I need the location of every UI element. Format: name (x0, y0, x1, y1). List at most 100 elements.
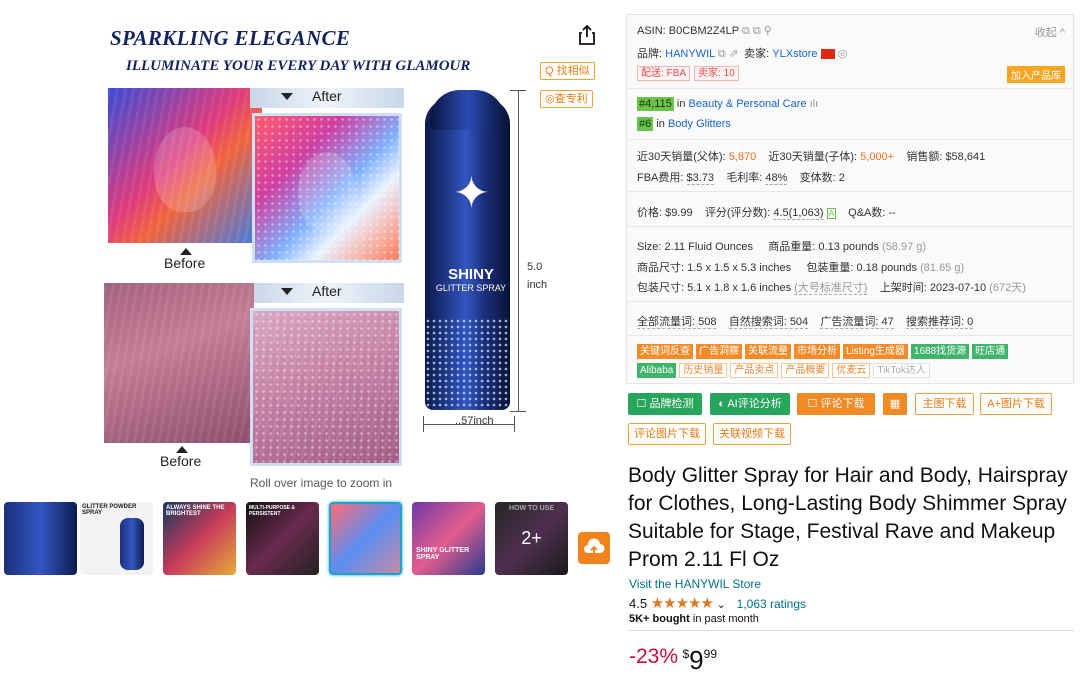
asin-row: ASIN: B0CBM2Z4LP ⧉ ⧉ ⚲ (637, 24, 772, 38)
dim-tick-left (423, 416, 424, 432)
rating-label: 评分(评分数): (704, 207, 771, 219)
thumbnail-7[interactable]: HOW TO USE 2+ (495, 502, 568, 575)
natural-search-keywords[interactable]: 自然搜索词: 504 (728, 316, 809, 329)
thumbnail-3[interactable]: ALWAYS SHINE THE BRIGHTEST (163, 502, 236, 575)
find-similar-button[interactable]: Q 找相似 (540, 62, 595, 80)
ad-traffic-keywords[interactable]: 广告流量词: 47 (820, 316, 894, 329)
sales-row: 近30天销量(父体): 5,870 近30天销量(子体): 5,000+ 销售额… (637, 148, 985, 164)
more-images-overlay: 2+ (495, 502, 568, 575)
location-icon: ◎ (837, 48, 848, 60)
pkg-weight-grams: (81.65 g) (920, 262, 965, 274)
tool-link[interactable]: Listing生成器 (843, 344, 908, 359)
fba-tag: 配送: FBA (637, 66, 691, 81)
weight-value: 0.13 pounds (818, 241, 879, 253)
fba-fee-value[interactable]: $3.73 (686, 172, 715, 185)
rating-detail-icon[interactable]: A (826, 208, 836, 219)
price-rating-row: 价格: $9.99 评分(评分数): 4.5(1,063) A Q&A数: -- (637, 204, 896, 220)
sales-child-value: 5,000+ (860, 151, 895, 163)
before-face-photo (108, 88, 262, 243)
thumbnail-caption: ALWAYS SHINE THE BRIGHTEST (166, 505, 225, 517)
asin-label: ASIN: B0CBM2Z4LP (637, 25, 739, 37)
thumbnail-1[interactable] (4, 502, 77, 575)
height-unit: inch (527, 279, 548, 291)
tool-link[interactable]: 优麦云 (832, 363, 871, 378)
width-value: ..57inch (455, 415, 494, 427)
tool-link[interactable]: 产品卖点 (730, 363, 779, 378)
calculator-icon[interactable]: ▦ (883, 393, 907, 415)
chevron-down-icon[interactable]: ⌄ (717, 599, 726, 611)
review-image-download-button[interactable]: 评论图片下载 (628, 423, 706, 445)
tool-link[interactable]: 市场分析 (794, 344, 840, 359)
pkg-dims-row: 包装尺寸: 5.1 x 1.8 x 1.6 inches (大号标准尺寸) 上架… (637, 279, 1026, 295)
tool-links-row-1: 关键词反查 广告洞察 关联流量 市场分析 Listing生成器 1688找货源 旺店通 (637, 344, 1011, 359)
aplus-image-download-button[interactable]: A+图片下载 (980, 393, 1052, 415)
main-product-image[interactable]: SPARKLING ELEGANCE ILLUMINATE YOUR EVERY… (100, 18, 547, 469)
seller-label: 卖家: (744, 48, 770, 60)
bought-period: in past month (692, 613, 759, 625)
related-video-download-button[interactable]: 关联视频下载 (713, 423, 791, 445)
store-link[interactable]: Visit the HANYWIL Store (629, 577, 761, 591)
tool-link[interactable]: 产品概要 (781, 363, 830, 378)
rank-category-link[interactable]: Beauty & Personal Care (689, 98, 807, 110)
ai-review-analysis-button[interactable]: ◐ AI评论分析 (710, 393, 790, 415)
image-subheadline: ILLUMINATE YOUR EVERY DAY WITH GLAMOUR (126, 58, 471, 74)
margin-value[interactable]: 48% (765, 172, 788, 185)
product-title: Body Glitter Spray for Hair and Body, Ha… (628, 464, 1068, 571)
review-download-button[interactable]: ☐ 评论下载 (797, 393, 875, 415)
star-rating-icon[interactable]: ★★★★★ (651, 595, 714, 612)
add-to-library-button[interactable]: 加入产品库 (1007, 66, 1065, 83)
can-glitter (425, 318, 510, 410)
tool-link[interactable]: 关键词反查 (637, 344, 693, 359)
thumbnail-caption: GLITTER POWDER SPRAY (82, 504, 137, 516)
rating-value: 4.5 (629, 596, 648, 611)
collapse-button[interactable]: 收起 ^ (1035, 24, 1065, 40)
ratings-count-link[interactable]: 1,063 ratings (737, 597, 806, 611)
bar-chart-icon[interactable]: ılı (810, 98, 819, 110)
tool-link[interactable]: 历史销量 (679, 363, 728, 378)
size-row: Size: 2.11 Fluid Ounces 商品重量: 0.13 pound… (637, 238, 926, 254)
fee-row: FBA费用: $3.73 毛利率: 48% 变体数: 2 (637, 169, 845, 185)
image-headline: SPARKLING ELEGANCE (110, 26, 351, 50)
brand-row: 品牌: HANYWIL ⧉ ⇗ 卖家: YLXstore ◎ (637, 45, 847, 61)
rank-badge: #4,115 (637, 97, 674, 111)
rank-in: in (676, 98, 686, 110)
thumbnail-5[interactable] (329, 502, 402, 575)
thumbnail-6[interactable]: SHINY GLITTER SPRAY (412, 502, 485, 575)
tool-link[interactable]: 旺店通 (972, 344, 1009, 359)
check-patent-button[interactable]: ◎查专利 (540, 90, 593, 108)
thumbnail-2[interactable]: GLITTER POWDER SPRAY (80, 502, 153, 575)
pkg-weight-label: 包装重量: (806, 262, 854, 274)
height-dimension-line (518, 90, 519, 412)
brand-copy-icon[interactable]: ⧉ ⇗ (718, 48, 741, 60)
seller-link[interactable]: YLXstore (772, 48, 817, 60)
tool-link[interactable]: 1688找货源 (910, 344, 970, 359)
price-block: -23% $999 (629, 645, 717, 676)
search-recommend-keywords[interactable]: 搜索推荐词: 0 (906, 316, 974, 329)
can-brand: SHINY (448, 266, 494, 283)
cloud-upload-button[interactable] (578, 532, 610, 564)
weight-label: 商品重量: (768, 241, 816, 253)
total-traffic-keywords[interactable]: 全部流量词: 508 (637, 316, 717, 329)
main-image-download-button[interactable]: 主图下载 (915, 393, 974, 415)
after-face-photo (252, 113, 402, 263)
sales-parent-value: 5,870 (728, 151, 757, 163)
seller-tool-panel: ASIN: B0CBM2Z4LP ⧉ ⧉ ⚲ 收起 ^ 品牌: HANYWIL … (626, 14, 1074, 384)
rank-category-link[interactable]: Body Glitters (668, 118, 731, 130)
price-currency: $ (682, 647, 690, 661)
height-value: 5.0 (527, 261, 543, 273)
pkg-weight-value: 0.18 pounds (856, 262, 918, 274)
tool-link[interactable]: Alibaba (637, 363, 677, 378)
tool-link[interactable]: 广告洞察 (696, 344, 742, 359)
share-icon[interactable] (578, 24, 596, 46)
brand-link[interactable]: HANYWIL (665, 48, 715, 60)
tool-link[interactable]: 关联流量 (745, 344, 791, 359)
after-arrow-icon (281, 93, 293, 100)
brand-check-button[interactable]: ☐ 品牌检测 (628, 393, 702, 415)
after-label-2: After (312, 283, 342, 299)
tool-link[interactable]: TikTok达人 (873, 363, 930, 378)
after-arrow-icon-2 (281, 288, 293, 295)
copy-icon[interactable]: ⧉ ⧉ ⚲ (742, 25, 772, 37)
margin-label: 毛利率: (726, 172, 763, 184)
thumbnail-4[interactable]: MULTI-PURPOSE & PERSISTENT (246, 502, 319, 575)
rating-row: 4.5 ★★★★★ ⌄ 1,063 ratings (629, 594, 806, 612)
